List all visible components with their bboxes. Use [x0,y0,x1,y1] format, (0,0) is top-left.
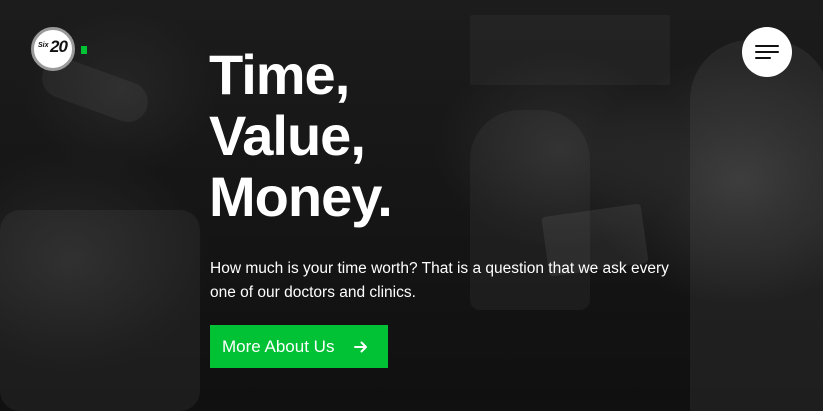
logo-accent [81,46,87,54]
background-photo-cabinet [470,15,670,85]
menu-button[interactable] [742,27,792,77]
hamburger-menu-icon-line [755,51,779,53]
background-photo-chair [0,210,200,411]
hero-section: Six 20 Time, Value, Money. How much is y… [0,0,823,411]
headline-line-2: Value, [209,104,366,167]
arrow-right-icon [354,341,368,352]
headline-line-1: Time, [209,43,350,106]
hero-subtext: How much is your time worth? That is a q… [210,260,669,301]
site-logo[interactable]: Six 20 [31,27,87,77]
headline-line-3: Money. [209,165,393,228]
logo-prefix: Six [38,42,49,49]
background-photo-doctor [690,40,823,411]
hamburger-menu-icon-line [755,57,771,59]
logo-number: 20 [50,37,68,56]
cta-label: More About Us [222,336,335,356]
more-about-us-button[interactable]: More About Us [210,325,388,368]
hero-headline: Time, Value, Money. [209,43,393,228]
hamburger-menu-icon [755,45,779,47]
